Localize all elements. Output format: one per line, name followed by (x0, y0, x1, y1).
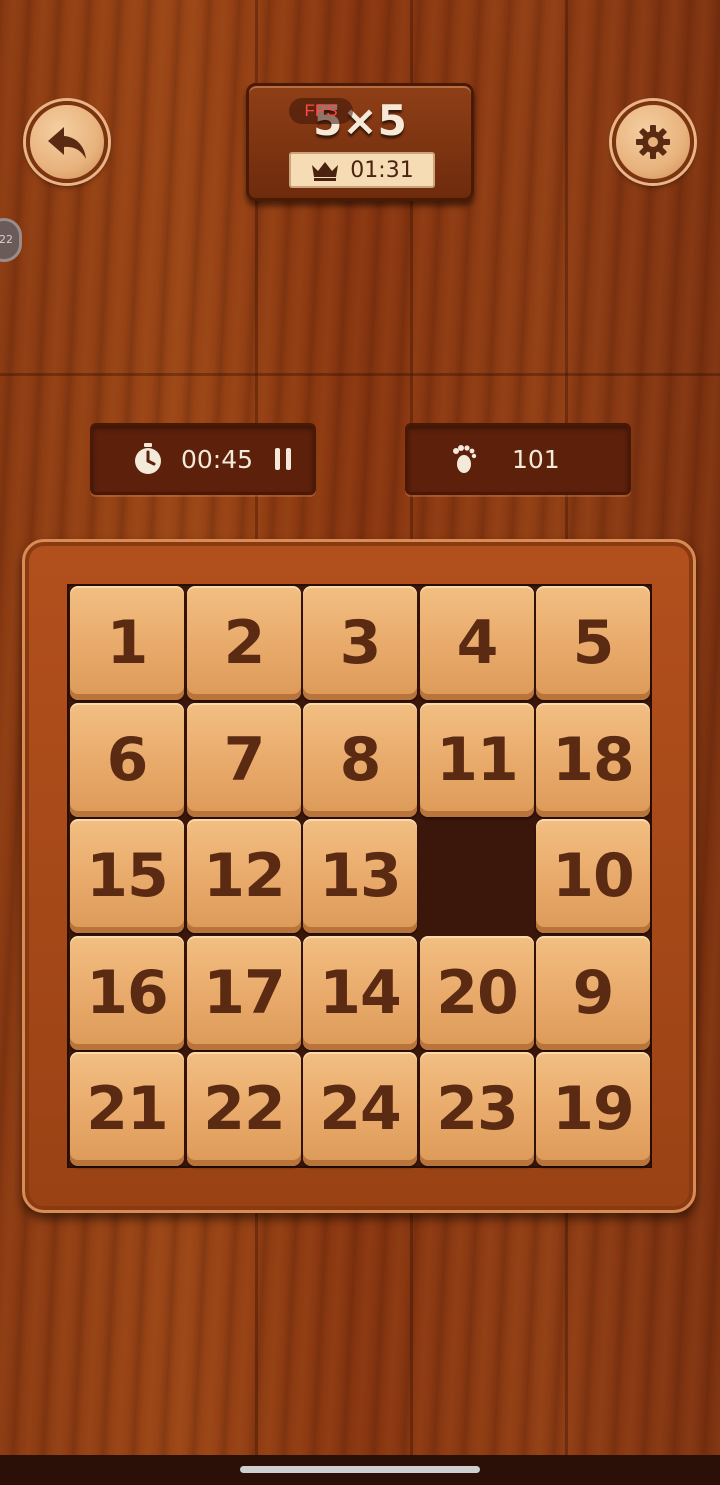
puzzle-tile[interactable]: 24 (303, 1052, 417, 1166)
stopwatch-icon (135, 443, 161, 474)
puzzle-tile[interactable]: 20 (420, 936, 534, 1050)
timer-value: 00:45 (181, 444, 254, 474)
puzzle-tile[interactable]: 9 (536, 936, 650, 1050)
puzzle-tile[interactable]: 1 (70, 586, 184, 700)
puzzle-tile[interactable]: 7 (187, 703, 301, 817)
fps-counter: FPS (289, 98, 353, 124)
puzzle-tile[interactable]: 23 (420, 1052, 534, 1166)
crown-icon (312, 162, 339, 181)
puzzle-tile[interactable]: 13 (303, 819, 417, 933)
puzzle-tile[interactable]: 15 (70, 819, 184, 933)
puzzle-tile[interactable]: 19 (536, 1052, 650, 1166)
back-arrow-icon (48, 127, 86, 159)
puzzle-tile[interactable]: 22 (187, 1052, 301, 1166)
puzzle-tile[interactable]: 4 (420, 586, 534, 700)
footprints-icon (453, 445, 477, 473)
best-time: 01:31 (350, 157, 414, 183)
wood-seam (0, 373, 720, 376)
moves-panel: 101 (405, 423, 631, 495)
floating-side-badge[interactable]: 22 (0, 218, 22, 262)
level-title: 5×5 (313, 96, 407, 145)
puzzle-tile[interactable]: 16 (70, 936, 184, 1050)
level-title-panel: 5×5 FPS 01:31 (246, 83, 474, 201)
back-button[interactable] (26, 101, 108, 183)
home-indicator[interactable] (240, 1466, 480, 1473)
puzzle-tile[interactable]: 18 (536, 703, 650, 817)
puzzle-tile[interactable]: 11 (420, 703, 534, 817)
puzzle-tile[interactable]: 12 (187, 819, 301, 933)
puzzle-tile[interactable]: 17 (187, 936, 301, 1050)
moves-count: 101 (512, 444, 560, 474)
puzzle-tile[interactable]: 5 (536, 586, 650, 700)
gear-icon (636, 125, 670, 159)
pause-icon[interactable] (275, 448, 292, 470)
puzzle-tile[interactable]: 21 (70, 1052, 184, 1166)
puzzle-tile[interactable]: 3 (303, 586, 417, 700)
puzzle-tile[interactable]: 14 (303, 936, 417, 1050)
puzzle-tile[interactable]: 10 (536, 819, 650, 933)
timer-panel: 00:45 (90, 423, 316, 495)
puzzle-tile[interactable]: 8 (303, 703, 417, 817)
puzzle-tile[interactable]: 6 (70, 703, 184, 817)
puzzle-tile[interactable]: 2 (187, 586, 301, 700)
best-time-bar: 01:31 (289, 152, 435, 188)
settings-button[interactable] (612, 101, 694, 183)
